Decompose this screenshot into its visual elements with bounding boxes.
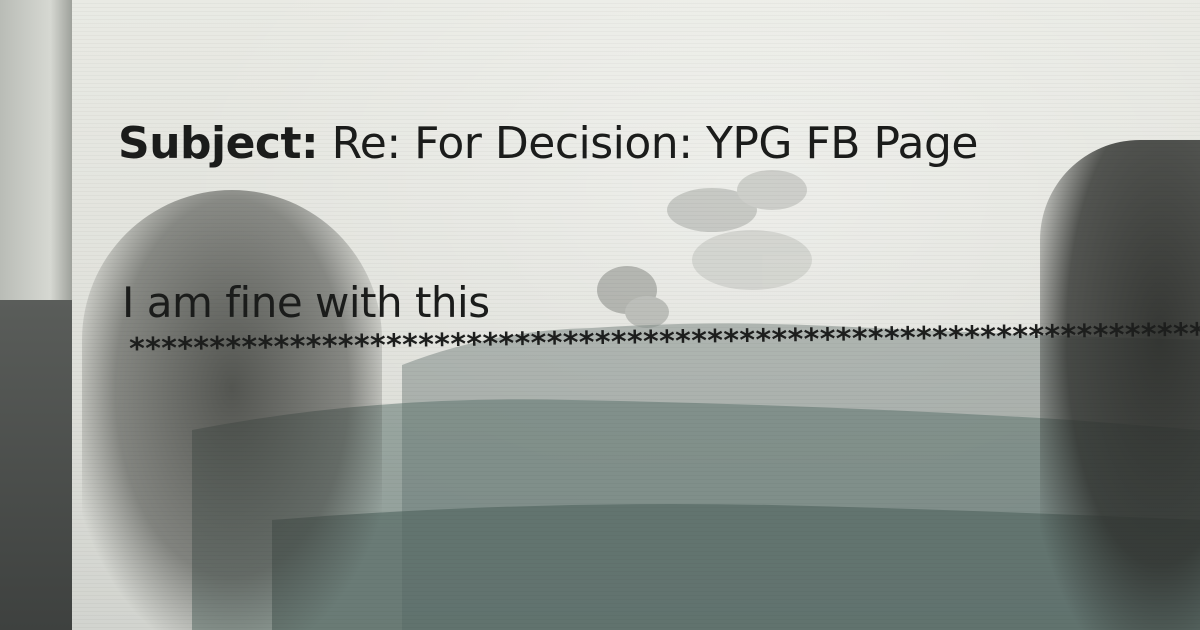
email-subject-line: Subject: Re: For Decision: YPG FB Page (118, 118, 979, 169)
monitor-bezel (0, 300, 72, 630)
subject-text: Re: For Decision: YPG FB Page (331, 118, 979, 169)
finger-shadow-left (82, 190, 382, 630)
photo-of-screen: Subject: Re: For Decision: YPG FB Page I… (0, 0, 1200, 630)
finger-shadow-right (1040, 140, 1200, 630)
subject-label: Subject: (118, 118, 319, 169)
smoke-plume (597, 170, 812, 328)
email-message-pane: Subject: Re: For Decision: YPG FB Page I… (72, 0, 1200, 630)
email-body-text: I am fine with this (122, 278, 490, 327)
